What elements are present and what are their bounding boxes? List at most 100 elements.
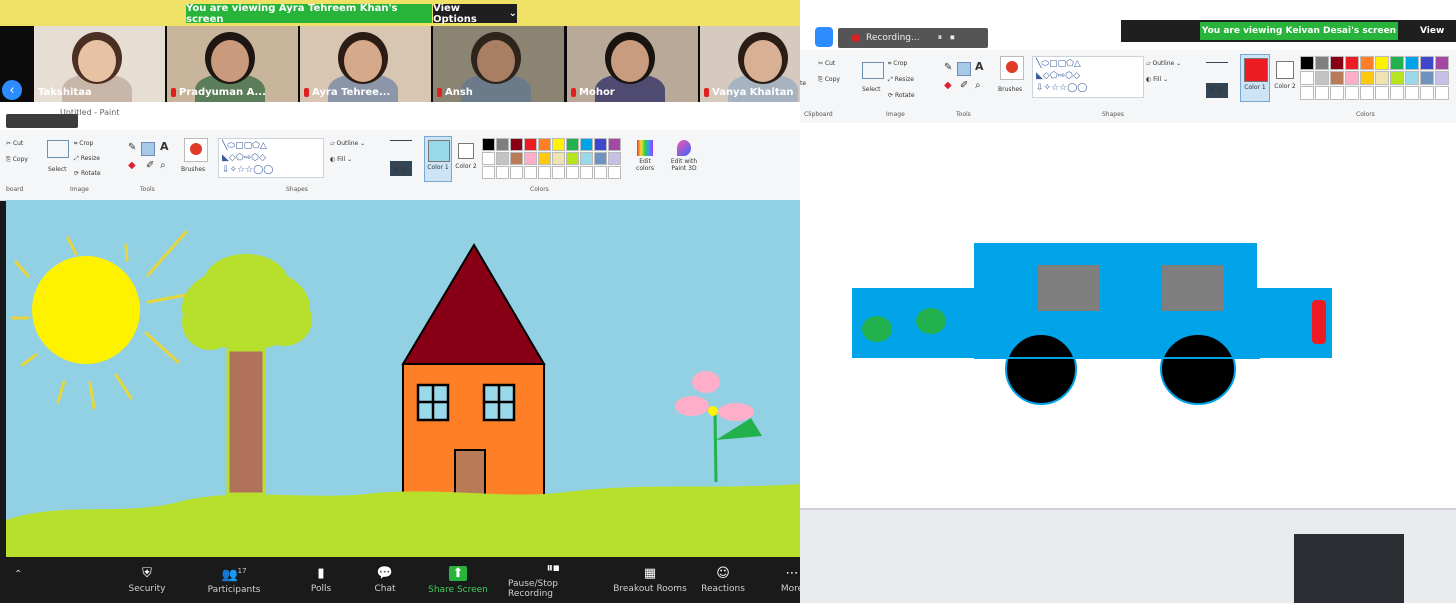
- color-swatch[interactable]: [552, 138, 565, 151]
- select-tool[interactable]: [47, 140, 69, 158]
- participant-thumbnail[interactable]: Vanya Khaitan: [700, 26, 800, 102]
- color-swatch[interactable]: [580, 166, 593, 179]
- paint-canvas-car-drawing[interactable]: [800, 123, 1456, 508]
- size-icon-right[interactable]: [1206, 62, 1228, 83]
- more-button[interactable]: ⋯ More: [747, 557, 800, 603]
- copy-button[interactable]: ⎘ Copy: [6, 156, 28, 164]
- color-swatch[interactable]: [566, 152, 579, 165]
- color-swatch[interactable]: [1345, 56, 1359, 70]
- toolbar-up-caret[interactable]: ⌃: [14, 569, 22, 580]
- color-swatch[interactable]: [1375, 56, 1389, 70]
- color-swatch[interactable]: [1405, 86, 1419, 100]
- color-swatch[interactable]: [1375, 86, 1389, 100]
- color-swatch[interactable]: [1420, 86, 1434, 100]
- color-swatch[interactable]: [496, 152, 509, 165]
- size-icon[interactable]: [390, 140, 412, 161]
- color1-button[interactable]: Color 1: [424, 136, 452, 182]
- magnifier-icon[interactable]: ⌕: [160, 160, 166, 171]
- crop-button[interactable]: ⌗ Crop: [74, 140, 93, 148]
- color-swatch[interactable]: [524, 138, 537, 151]
- recording-controls[interactable]: [6, 114, 78, 128]
- brushes-icon[interactable]: [184, 138, 208, 162]
- paste-button[interactable]: te: [800, 80, 806, 87]
- pause-icon[interactable]: ⏸: [938, 33, 943, 43]
- color-swatch[interactable]: [538, 138, 551, 151]
- edit-paint3d-button[interactable]: Edit with Paint 3D: [666, 138, 702, 182]
- color-swatch[interactable]: [552, 166, 565, 179]
- brushes-icon-right[interactable]: [1000, 56, 1024, 80]
- participant-thumbnail[interactable]: Pradyuman A...: [167, 26, 298, 102]
- color-swatch[interactable]: [1360, 71, 1374, 85]
- rotate-button-right[interactable]: ⟳ Rotate: [888, 92, 915, 99]
- color-swatch[interactable]: [1345, 86, 1359, 100]
- view-options-button-right[interactable]: View: [1420, 22, 1444, 40]
- color-swatch[interactable]: [608, 166, 621, 179]
- color-swatch[interactable]: [1300, 86, 1314, 100]
- share-button[interactable]: ⬆ Share Screen: [413, 557, 503, 603]
- color-swatch[interactable]: [1390, 56, 1404, 70]
- resize-button[interactable]: ⤢ Resize: [74, 155, 100, 163]
- color-swatch[interactable]: [1315, 86, 1329, 100]
- color-swatch[interactable]: [1345, 71, 1359, 85]
- pencil-icon[interactable]: ✎: [128, 142, 136, 153]
- edit-colors-button[interactable]: Edit colors: [634, 138, 656, 182]
- view-options-button[interactable]: View Options ⌄: [433, 3, 517, 25]
- color-swatch[interactable]: [580, 152, 593, 165]
- color-swatch[interactable]: [1315, 56, 1329, 70]
- color-swatch[interactable]: [1435, 56, 1449, 70]
- color-swatch[interactable]: [1435, 71, 1449, 85]
- cut-button-right[interactable]: ✂ Cut: [818, 60, 835, 67]
- stop-icon[interactable]: ⏹: [950, 33, 955, 43]
- eraser-icon-right[interactable]: ◆: [944, 80, 952, 91]
- color-swatch[interactable]: [1300, 56, 1314, 70]
- color-swatch[interactable]: [594, 138, 607, 151]
- color-swatch[interactable]: [1420, 71, 1434, 85]
- color-swatch[interactable]: [594, 166, 607, 179]
- participant-thumbnail[interactable]: Takshitaa: [34, 26, 165, 102]
- text-tool-icon-right[interactable]: A: [975, 60, 984, 73]
- color-swatch[interactable]: [538, 166, 551, 179]
- color-swatch[interactable]: [608, 152, 621, 165]
- recording-indicator[interactable]: Recording... ⏸ ⏹: [838, 28, 988, 48]
- security-button[interactable]: ⛨ Security: [102, 557, 192, 603]
- participants-button[interactable]: 👥17 Participants: [189, 557, 279, 603]
- color-swatch[interactable]: [1315, 71, 1329, 85]
- color-swatch[interactable]: [566, 138, 579, 151]
- color-swatch[interactable]: [524, 166, 537, 179]
- color-swatch[interactable]: [1300, 71, 1314, 85]
- color-swatch[interactable]: [1390, 71, 1404, 85]
- record-button[interactable]: ⏸⏹ Pause/Stop Recording: [508, 557, 598, 603]
- pencil-icon-right[interactable]: ✎: [944, 62, 952, 73]
- color-swatch[interactable]: [1360, 86, 1374, 100]
- color-swatch[interactable]: [496, 166, 509, 179]
- color-swatch[interactable]: [482, 152, 495, 165]
- color-swatch[interactable]: [510, 138, 523, 151]
- fill-dropdown-right[interactable]: ◐ Fill ⌄: [1146, 76, 1168, 83]
- copy-button-right[interactable]: ⎘ Copy: [818, 76, 840, 84]
- color-swatch[interactable]: [1435, 86, 1449, 100]
- select-tool-right[interactable]: [862, 62, 884, 79]
- color-swatch[interactable]: [1330, 56, 1344, 70]
- color-swatch[interactable]: [1375, 71, 1389, 85]
- color-swatch[interactable]: [580, 138, 593, 151]
- fill-dropdown[interactable]: ◐ Fill ⌄: [330, 156, 352, 163]
- outline-dropdown-right[interactable]: ▱ Outline ⌄: [1146, 60, 1181, 67]
- paint-canvas-house-drawing[interactable]: [6, 200, 800, 557]
- color-swatch[interactable]: [510, 166, 523, 179]
- color-picker-icon-right[interactable]: ✐: [960, 80, 968, 91]
- rotate-button[interactable]: ⟳ Rotate: [74, 170, 101, 177]
- color-swatch[interactable]: [524, 152, 537, 165]
- participant-thumbnail[interactable]: Mohor: [567, 26, 698, 102]
- color-swatch[interactable]: [594, 152, 607, 165]
- crop-button-right[interactable]: ⌗ Crop: [888, 60, 907, 68]
- color1-button-right[interactable]: Color 1: [1240, 54, 1270, 102]
- color-swatch[interactable]: [496, 138, 509, 151]
- color-swatch[interactable]: [566, 166, 579, 179]
- color-swatch[interactable]: [538, 152, 551, 165]
- color-swatch[interactable]: [1420, 56, 1434, 70]
- color-swatch[interactable]: [1405, 56, 1419, 70]
- color2-button[interactable]: Color 2: [455, 136, 479, 180]
- color-swatch[interactable]: [1360, 56, 1374, 70]
- magnifier-icon-right[interactable]: ⌕: [975, 80, 981, 91]
- color-picker-icon[interactable]: ✐: [146, 160, 154, 171]
